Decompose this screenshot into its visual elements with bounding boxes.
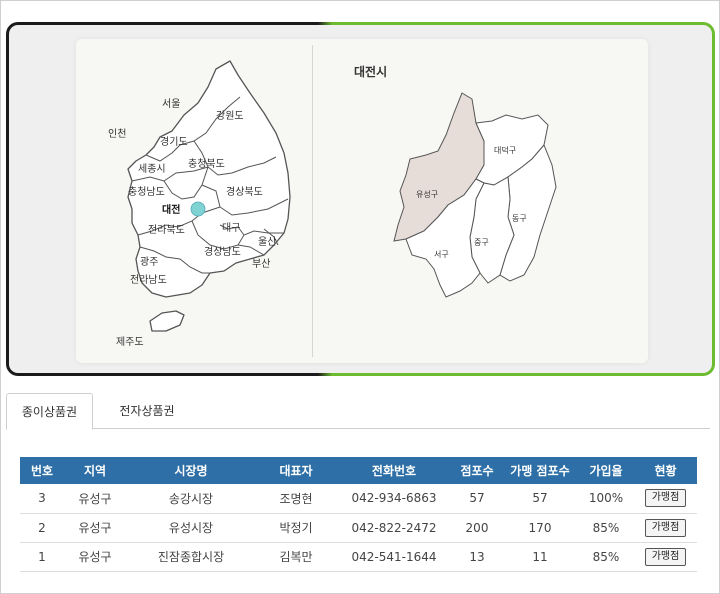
label-gangwon[interactable]: 강원도 [216, 110, 244, 122]
label-gyeonggi[interactable]: 경기도 [160, 135, 188, 148]
label-seoul[interactable]: 서울 [162, 98, 180, 110]
cell-member-stores: 57 [502, 484, 578, 514]
cell-market: 유성시장 [126, 513, 256, 543]
header-no: 번호 [20, 457, 64, 484]
cell-rep: 박정기 [256, 513, 336, 543]
cell-status: 가맹점 [634, 542, 697, 572]
header-market: 시장명 [126, 457, 256, 484]
label-seo[interactable]: 서구 [434, 250, 449, 259]
header-rate: 가입율 [578, 457, 634, 484]
header-status: 현황 [634, 457, 697, 484]
table-row: 1 유성구 진잠종합시장 김복만 042-541-1644 13 11 85% … [20, 542, 697, 572]
cell-no: 2 [20, 513, 64, 543]
cell-region: 유성구 [64, 484, 126, 514]
cell-region: 유성구 [64, 513, 126, 543]
label-jeonbuk[interactable]: 전라북도 [148, 224, 185, 236]
label-sejong[interactable]: 세종시 [138, 163, 166, 175]
label-busan[interactable]: 부산 [252, 258, 270, 270]
daejeon-marker[interactable] [190, 201, 206, 217]
cell-stores: 57 [452, 484, 502, 514]
cell-market: 송강시장 [126, 484, 256, 514]
cell-status: 가맹점 [634, 513, 697, 543]
label-ulsan[interactable]: 울산 [258, 236, 276, 248]
map-panel: 서울 인천 강원도 경기도 세종시 충청북도 충청남도 대전 경상북도 전라북도… [6, 22, 715, 376]
tab-paper-voucher[interactable]: 종이상품권 [6, 393, 93, 430]
label-dong[interactable]: 동구 [512, 214, 527, 223]
table-row: 2 유성구 유성시장 박정기 042-822-2472 200 170 85% … [20, 513, 697, 543]
jeju-shape[interactable] [149, 310, 185, 332]
label-gwangju[interactable]: 광주 [140, 256, 158, 268]
label-gyeongnam[interactable]: 경상남도 [204, 245, 241, 258]
header-member-stores: 가맹 점포수 [502, 457, 578, 484]
member-store-button[interactable]: 가맹점 [644, 547, 687, 566]
member-store-button[interactable]: 가맹점 [644, 489, 687, 508]
map-divider [312, 45, 313, 357]
member-store-button[interactable]: 가맹점 [644, 518, 687, 537]
cell-phone: 042-822-2472 [336, 513, 452, 543]
table-row: 3 유성구 송강시장 조명현 042-934-6863 57 57 100% 가… [20, 484, 697, 514]
cell-no: 3 [20, 484, 64, 514]
city-title: 대전시 [354, 65, 388, 79]
cell-rate: 85% [578, 542, 634, 572]
map-card: 서울 인천 강원도 경기도 세종시 충청북도 충청남도 대전 경상북도 전라북도… [76, 39, 648, 363]
cell-rate: 85% [578, 513, 634, 543]
label-jeonnam[interactable]: 전라남도 [130, 274, 167, 286]
table-header-row: 번호 지역 시장명 대표자 전화번호 점포수 가맹 점포수 가입율 현황 [20, 457, 697, 484]
label-chungnam[interactable]: 충청남도 [128, 186, 165, 198]
cell-member-stores: 11 [502, 542, 578, 572]
cell-status: 가맹점 [634, 484, 697, 514]
cell-region: 유성구 [64, 542, 126, 572]
label-daedeok[interactable]: 대덕구 [494, 145, 516, 155]
header-phone: 전화번호 [336, 457, 452, 484]
label-daejeon[interactable]: 대전 [162, 203, 180, 216]
cell-market: 진잠종합시장 [126, 542, 256, 572]
header-stores: 점포수 [452, 457, 502, 484]
label-jung[interactable]: 중구 [474, 238, 489, 247]
label-yuseong[interactable]: 유성구 [416, 190, 438, 199]
tab-electronic-voucher[interactable]: 전자상품권 [102, 393, 192, 429]
market-table: 번호 지역 시장명 대표자 전화번호 점포수 가맹 점포수 가입율 현황 3 유… [20, 457, 697, 572]
cell-phone: 042-541-1644 [336, 542, 452, 572]
cell-rep: 김복만 [256, 542, 336, 572]
cell-phone: 042-934-6863 [336, 484, 452, 514]
cell-rep: 조명현 [256, 484, 336, 514]
korea-map[interactable]: 서울 인천 강원도 경기도 세종시 충청북도 충청남도 대전 경상북도 전라북도… [98, 49, 308, 349]
tab-bar: 종이상품권 전자상품권 [6, 393, 710, 430]
label-chungbuk[interactable]: 충청북도 [188, 158, 225, 170]
label-gyeongbuk[interactable]: 경상북도 [226, 185, 263, 198]
label-incheon[interactable]: 인천 [108, 128, 126, 140]
label-jeju[interactable]: 제주도 [116, 336, 144, 348]
cell-stores: 13 [452, 542, 502, 572]
label-daegu[interactable]: 대구 [222, 222, 240, 234]
cell-member-stores: 170 [502, 513, 578, 543]
cell-no: 1 [20, 542, 64, 572]
map-inner: 서울 인천 강원도 경기도 세종시 충청북도 충청남도 대전 경상북도 전라북도… [9, 25, 712, 373]
daejeon-map[interactable]: 유성구 대덕구 동구 중구 서구 [376, 79, 576, 309]
header-rep: 대표자 [256, 457, 336, 484]
market-table-wrap: 번호 지역 시장명 대표자 전화번호 점포수 가맹 점포수 가입율 현황 3 유… [20, 457, 697, 572]
cell-stores: 200 [452, 513, 502, 543]
header-region: 지역 [64, 457, 126, 484]
cell-rate: 100% [578, 484, 634, 514]
